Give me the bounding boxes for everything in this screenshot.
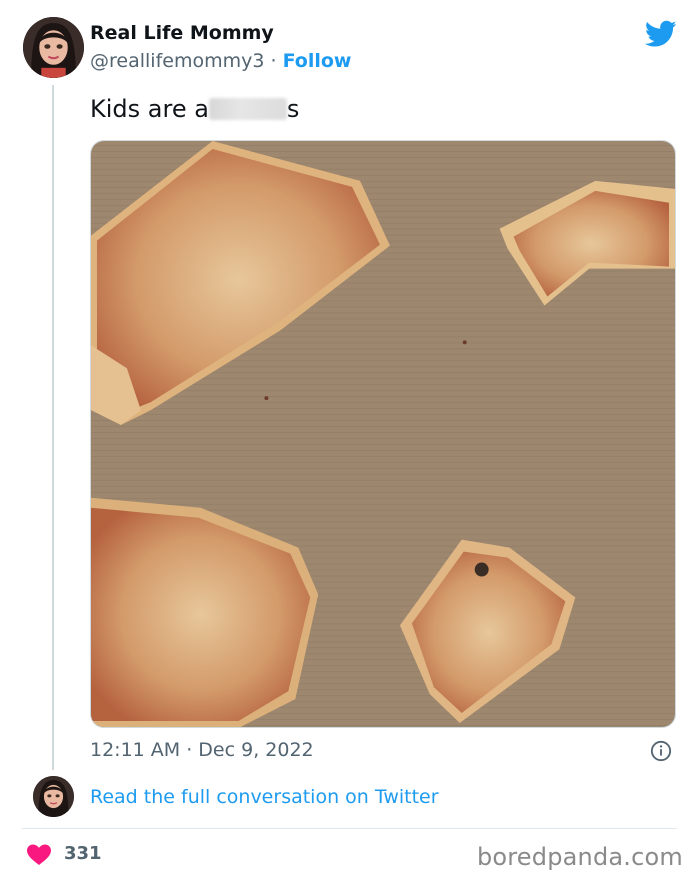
info-icon[interactable]	[650, 740, 672, 762]
tweet-timestamp[interactable]: 12:11 AM · Dec 9, 2022	[90, 739, 314, 761]
tweet-card: Real Life Mommy @reallifemommy3 · Follow…	[0, 0, 700, 881]
author-handle-row: @reallifemommy3 · Follow	[90, 50, 351, 72]
like-count: 331	[64, 843, 102, 864]
author-avatar[interactable]	[23, 17, 84, 78]
tweet-text-end: s	[286, 95, 300, 123]
tweet-text: Kids are a s	[90, 95, 299, 123]
author-name[interactable]: Real Life Mommy	[90, 22, 274, 44]
twitter-bird-icon[interactable]	[645, 20, 677, 48]
tweet-photo[interactable]	[90, 140, 676, 728]
divider	[22, 828, 677, 829]
heart-icon[interactable]	[27, 844, 51, 865]
tweet-text-start: Kids are a	[90, 95, 209, 123]
boredpanda-watermark: boredpanda.com	[476, 843, 683, 871]
handle-separator: ·	[264, 50, 283, 72]
conversation-avatar[interactable]	[33, 776, 74, 817]
read-conversation-link[interactable]: Read the full conversation on Twitter	[90, 786, 439, 808]
censored-word	[208, 98, 287, 120]
thread-line	[52, 85, 54, 770]
follow-button[interactable]: Follow	[283, 50, 352, 72]
author-handle[interactable]: @reallifemommy3	[90, 50, 264, 72]
